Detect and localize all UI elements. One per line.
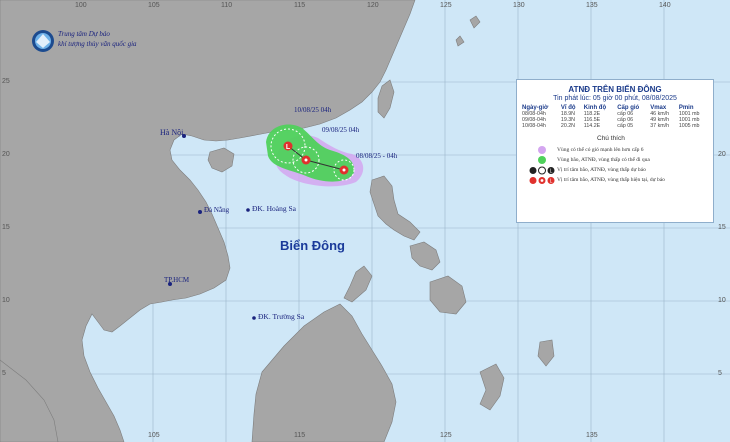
lon-label: 140 bbox=[659, 2, 671, 9]
lat-label: 20 bbox=[2, 151, 10, 158]
lon-label-bottom: 135 bbox=[586, 432, 598, 439]
table-cell: 10/08-04h bbox=[522, 123, 546, 129]
forecast-center-icons: L bbox=[527, 166, 557, 175]
lon-label: 135 bbox=[586, 2, 598, 9]
lat-label: 5 bbox=[2, 370, 6, 377]
storm-center-forecast-1-icon bbox=[301, 155, 311, 165]
forecast-info-panel: ATNĐ TRÊN BIỂN ĐÔNG Tin phát lúc: 05 giờ… bbox=[516, 79, 714, 223]
storm-zone-swatch-icon bbox=[538, 156, 546, 164]
lat-label-right: 5 bbox=[718, 370, 722, 377]
lon-label: 120 bbox=[367, 2, 379, 9]
lon-label: 125 bbox=[440, 2, 452, 9]
svg-text:L: L bbox=[286, 144, 291, 151]
place-hcm: TP.HCM bbox=[164, 276, 190, 284]
svg-text:L: L bbox=[550, 168, 553, 174]
lat-label-right: 10 bbox=[718, 297, 726, 304]
place-truongsa: ĐK. Trường Sa bbox=[258, 312, 305, 321]
wind-zone-swatch-icon bbox=[538, 146, 546, 154]
table-cell: cấp 05 bbox=[617, 123, 634, 129]
legend-item: L Vị trí tâm bão, ATNĐ, vùng thấp dự báo bbox=[527, 165, 713, 175]
lon-label: 115 bbox=[294, 2, 306, 9]
place-hanoi: Hà Nội bbox=[160, 128, 184, 137]
legend-item: Vùng bão, ATNĐ, vùng thấp có thể đi qua bbox=[527, 155, 713, 165]
legend: Chú thích Vùng có thể có gió mạnh lên hơ… bbox=[527, 135, 713, 185]
lon-label: 130 bbox=[513, 2, 525, 9]
lat-label: 25 bbox=[2, 78, 10, 85]
hoangsa-dot bbox=[246, 208, 250, 212]
agency-name-line2: khí tượng thủy văn quốc gia bbox=[58, 40, 137, 48]
lat-label-right: 20 bbox=[718, 151, 726, 158]
truongsa-dot bbox=[252, 316, 256, 320]
svg-text:L: L bbox=[550, 178, 553, 184]
track-label-forecast-2: 10/08/25 04h bbox=[294, 106, 332, 114]
legend-label: Vị trí tâm bão, ATNĐ, vùng thấp hiện tại… bbox=[557, 177, 665, 183]
lon-label: 100 bbox=[75, 2, 87, 9]
storm-center-current-icon bbox=[339, 165, 349, 175]
agency-name-line1: Trung tâm Dự báo bbox=[58, 30, 110, 38]
current-center-icons: L bbox=[527, 176, 557, 185]
legend-title: Chú thích bbox=[597, 135, 625, 142]
lat-label: 15 bbox=[2, 224, 10, 231]
table-cell: 20.2N bbox=[560, 123, 576, 129]
legend-item: L Vị trí tâm bão, ATNĐ, vùng thấp hiện t… bbox=[527, 175, 713, 185]
table-cell: 37 km/h bbox=[650, 123, 670, 129]
legend-item: Vùng có thể có gió mạnh lên hơn cấp 6 bbox=[527, 145, 713, 155]
lon-label: 105 bbox=[148, 2, 160, 9]
weather-map: L Trung tâm Dự báo khí tượng thủy văn qu… bbox=[0, 0, 730, 442]
panel-issued-time: Tin phát lúc: 05 giờ 00 phút, 08/08/2025 bbox=[553, 95, 677, 102]
legend-label: Vùng bão, ATNĐ, vùng thấp có thể đi qua bbox=[557, 157, 650, 163]
lon-label-bottom: 105 bbox=[148, 432, 160, 439]
danang-dot bbox=[198, 210, 202, 214]
table-cell: 114.2E bbox=[583, 123, 601, 129]
legend-label: Vị trí tâm bão, ATNĐ, vùng thấp dự báo bbox=[557, 167, 646, 173]
lon-label-bottom: 115 bbox=[294, 432, 306, 439]
place-hoangsa: ĐK. Hoàng Sa bbox=[252, 204, 296, 213]
lon-label: 110 bbox=[221, 2, 233, 9]
lon-label-bottom: 125 bbox=[440, 432, 452, 439]
legend-label: Vùng có thể có gió mạnh lên hơn cấp 6 bbox=[557, 147, 644, 153]
forecast-table: Ngày-giờ Vĩ độ Kinh độ Cấp gió Vmax Pmin… bbox=[521, 105, 709, 129]
lat-label-right: 15 bbox=[718, 224, 726, 231]
table-cell: 1005 mb bbox=[678, 123, 700, 129]
place-danang: Đà Nẵng bbox=[204, 206, 230, 214]
table-row: 10/08-04h 20.2N 114.2E cấp 05 37 km/h 10… bbox=[521, 123, 709, 129]
place-bien-dong: Biển Đông bbox=[280, 238, 345, 253]
track-label-forecast-1: 09/08/25 04h bbox=[322, 126, 360, 134]
track-label-current: 08/08/25 - 04h bbox=[356, 152, 398, 160]
panel-title: ATNĐ TRÊN BIỂN ĐÔNG bbox=[568, 85, 662, 94]
agency-logo bbox=[32, 30, 54, 52]
lat-label: 10 bbox=[2, 297, 10, 304]
